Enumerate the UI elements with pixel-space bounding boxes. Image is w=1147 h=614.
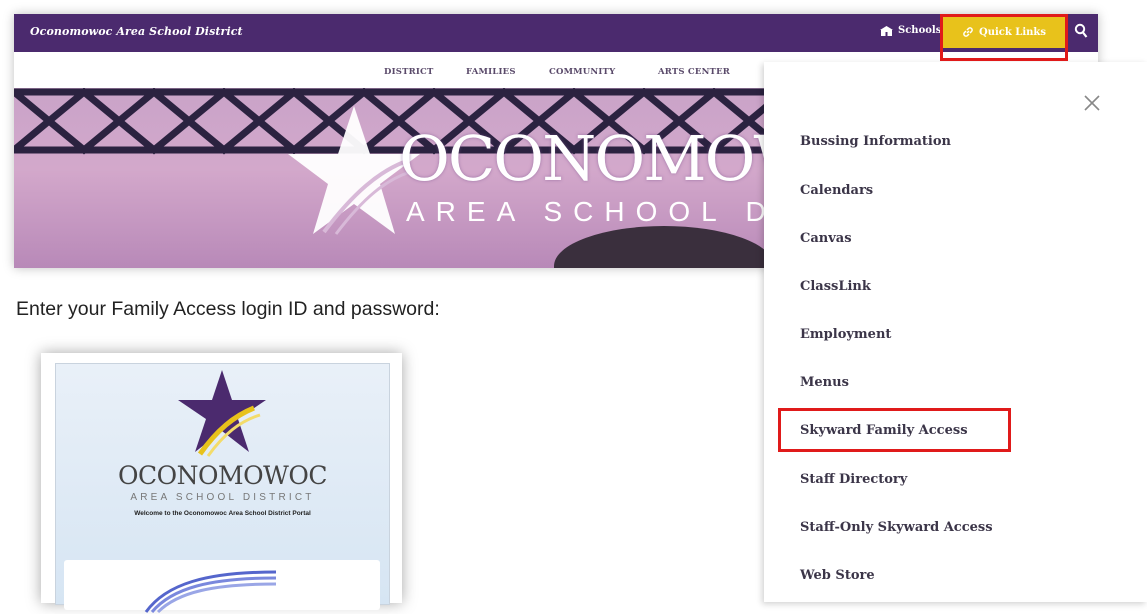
quick-link-menus[interactable]: Menus (800, 375, 849, 390)
quick-link-staff-directory[interactable]: Staff Directory (800, 472, 907, 487)
nav-families[interactable]: FAMILIES (466, 67, 516, 77)
login-subtitle: AREA SCHOOL DISTRICT (130, 492, 315, 503)
district-name-link[interactable]: Oconomowoc Area School District (30, 25, 243, 38)
quick-link-employment[interactable]: Employment (800, 327, 891, 342)
login-screenshot: OCONOMOWOC AREA SCHOOL DISTRICT Welcome … (41, 353, 402, 614)
quick-link-staff-only-skyward-access[interactable]: Staff-Only Skyward Access (800, 520, 993, 535)
quick-link-classlink[interactable]: ClassLink (800, 279, 871, 294)
nav-arts-center[interactable]: ARTS CENTER (658, 67, 730, 77)
login-welcome-text: Welcome to the Oconomowoc Area School Di… (134, 510, 311, 517)
nav-district[interactable]: DISTRICT (384, 67, 434, 77)
quick-links-highlight-box (940, 14, 1068, 61)
login-panel: OCONOMOWOC AREA SCHOOL DISTRICT Welcome … (55, 363, 390, 614)
quick-link-calendars[interactable]: Calendars (800, 183, 873, 198)
quick-link-bussing-information[interactable]: Bussing Information (800, 134, 951, 149)
login-form-area (64, 560, 380, 614)
nav-community[interactable]: COMMUNITY (549, 67, 615, 77)
schools-label: Schools (898, 25, 942, 36)
search-icon[interactable] (1074, 23, 1088, 39)
quick-link-web-store[interactable]: Web Store (800, 568, 875, 583)
login-title: OCONOMOWOC (118, 461, 327, 490)
schools-link[interactable]: Schools (880, 25, 941, 36)
top-bar: Oconomowoc Area School District Schools … (14, 14, 1098, 52)
swoosh-graphic (144, 570, 277, 614)
school-building-icon (880, 26, 893, 36)
skyward-highlight-box (778, 408, 1011, 452)
district-star-logo (178, 370, 266, 457)
instruction-text: Enter your Family Access login ID and pa… (16, 298, 440, 320)
quick-link-canvas[interactable]: Canvas (800, 231, 852, 246)
close-icon[interactable] (1079, 90, 1105, 116)
